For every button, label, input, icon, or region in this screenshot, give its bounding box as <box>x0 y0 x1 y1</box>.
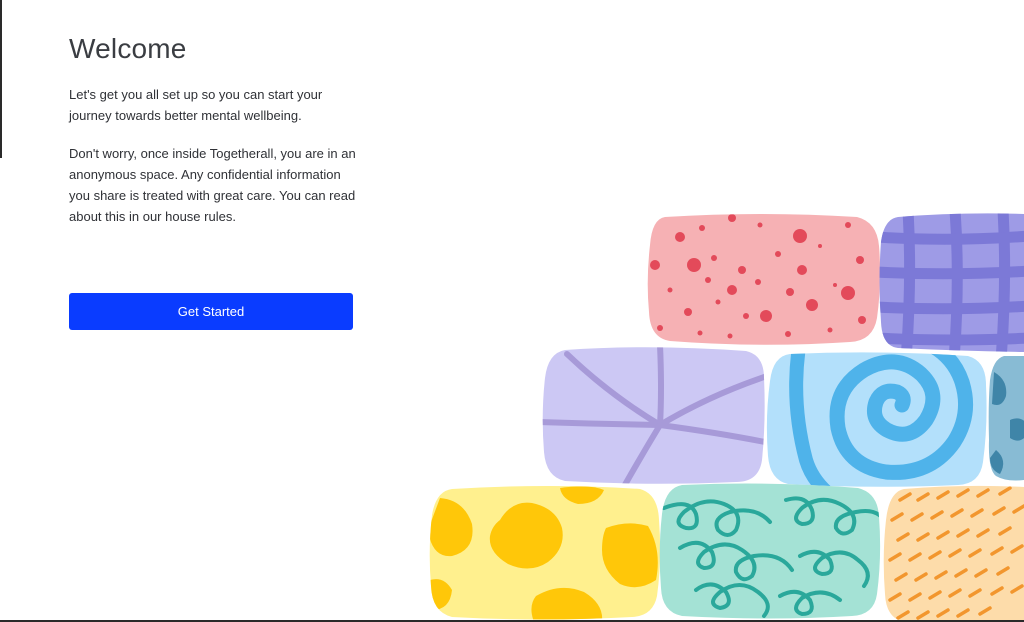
page-title: Welcome <box>69 33 187 64</box>
pink-dotted-cushion <box>647 214 881 345</box>
teal-loops-cushion <box>659 483 881 619</box>
window-edge-left <box>0 0 2 158</box>
decorative-cushion-illustration <box>429 213 1024 622</box>
peach-dashed-cushion <box>883 485 1024 622</box>
get-started-button[interactable]: Get Started <box>69 293 353 330</box>
slate-cushion <box>988 356 1024 481</box>
yellow-spotted-cushion <box>429 486 661 620</box>
welcome-panel: Welcome Let's get you all set up so you … <box>69 30 359 227</box>
lavender-lined-cushion <box>542 347 765 484</box>
purple-grid-cushion <box>879 213 1024 352</box>
blue-swirl-cushion <box>766 352 987 487</box>
intro-text: Let's get you all set up so you can star… <box>69 87 323 123</box>
privacy-text: Don't worry, once inside Togetherall, yo… <box>69 146 356 224</box>
